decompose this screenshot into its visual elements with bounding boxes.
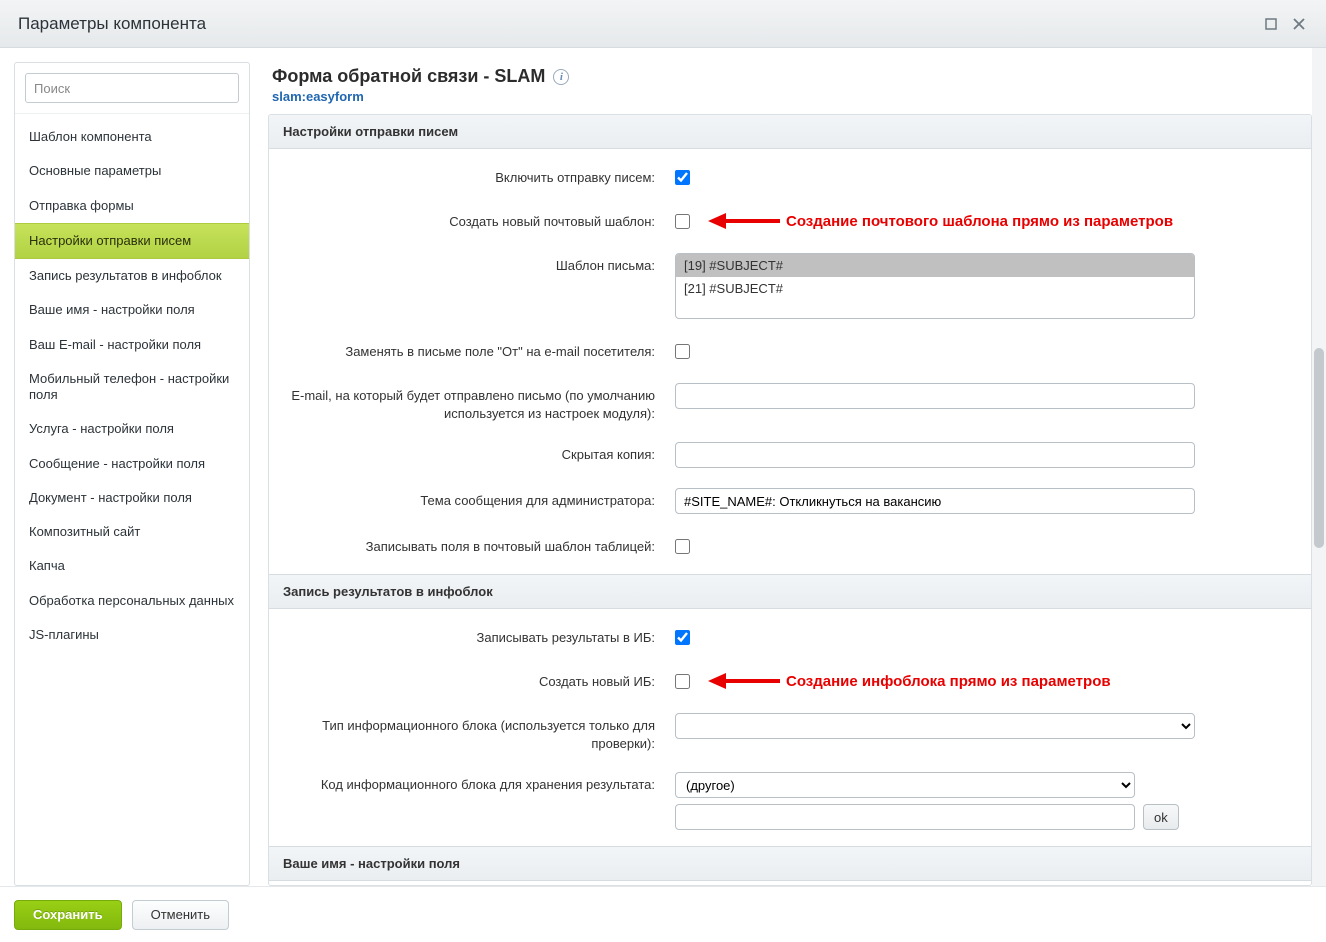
mail-template-option[interactable]: [21] #SUBJECT# [676,277,1194,300]
component-code: slam:easyform [272,89,1308,104]
sidebar-item[interactable]: Основные параметры [15,154,249,188]
enable-mail-label: Включить отправку писем: [283,165,655,187]
component-title: Форма обратной связи - SLAM [272,66,545,87]
sidebar-nav: Шаблон компонентаОсновные параметрыОтпра… [15,120,249,652]
outer-scrollbar[interactable] [1312,48,1326,886]
sidebar-item[interactable]: Капча [15,549,249,583]
sidebar-item[interactable]: Обработка персональных данных [15,584,249,618]
dialog-footer: Сохранить Отменить [0,886,1326,942]
replace-from-label: Заменять в письме поле "От" на e-mail по… [283,339,655,361]
main-panel: Форма обратной связи - SLAM i slam:easyf… [268,62,1312,886]
arrow-left-icon [708,672,780,690]
cancel-button[interactable]: Отменить [132,900,229,930]
ib-type-label: Тип информационного блока (используется … [283,713,655,752]
sidebar-item[interactable]: Отправка формы [15,189,249,223]
sidebar-item[interactable]: Услуга - настройки поля [15,412,249,446]
write-ib-label: Записывать результаты в ИБ: [283,625,655,647]
create-mail-tpl-label: Создать новый почтовый шаблон: [283,209,655,231]
info-icon[interactable]: i [553,69,569,85]
save-button[interactable]: Сохранить [14,900,122,930]
scrollbar-thumb[interactable] [1314,348,1324,548]
sidebar-item[interactable]: Сообщение - настройки поля [15,447,249,481]
dialog-body: Шаблон компонентаОсновные параметрыОтпра… [0,48,1326,886]
search-wrap [15,73,249,114]
bcc-input[interactable] [675,442,1195,468]
titlebar: Параметры компонента [0,0,1326,48]
search-input[interactable] [25,73,239,103]
window-controls [1262,15,1308,33]
ib-code-label: Код информационного блока для хранения р… [283,772,655,794]
create-ib-checkbox[interactable] [675,674,690,689]
settings-content[interactable]: Настройки отправки писем Включить отправ… [268,114,1312,886]
table-fields-label: Записывать поля в почтовый шаблон таблиц… [283,534,655,556]
sidebar-item[interactable]: Ваш E-mail - настройки поля [15,328,249,362]
subject-label: Тема сообщения для администратора: [283,488,655,510]
sidebar-item[interactable]: Запись результатов в инфоблок [15,259,249,293]
arrow-left-icon [708,212,780,230]
mail-tpl-annotation: Создание почтового шаблона прямо из пара… [708,212,1173,230]
ib-code-select[interactable]: (другое) [675,772,1135,798]
window-title: Параметры компонента [18,14,206,34]
sidebar-item[interactable]: Настройки отправки писем [15,223,249,259]
create-ib-label: Создать новый ИБ: [283,669,655,691]
ib-code-ok-button[interactable]: ok [1143,804,1179,830]
sidebar-item[interactable]: Композитный сайт [15,515,249,549]
ib-code-input[interactable] [675,804,1135,830]
enable-mail-checkbox[interactable] [675,170,690,185]
section-mail-header: Настройки отправки писем [269,115,1311,149]
write-ib-checkbox[interactable] [675,630,690,645]
sidebar-item[interactable]: Шаблон компонента [15,120,249,154]
mail-template-label: Шаблон письма: [283,253,655,275]
sidebar-item[interactable]: Ваше имя - настройки поля [15,293,249,327]
table-fields-checkbox[interactable] [675,539,690,554]
create-mail-tpl-checkbox[interactable] [675,214,690,229]
mail-template-listbox[interactable]: [19] #SUBJECT#[21] #SUBJECT# [675,253,1195,319]
sidebar: Шаблон компонентаОсновные параметрыОтпра… [14,62,250,886]
sidebar-item[interactable]: JS-плагины [15,618,249,652]
ib-annotation: Создание инфоблока прямо из параметров [708,672,1111,690]
email-to-label: E-mail, на который будет отправлено пись… [283,383,655,422]
email-to-input[interactable] [675,383,1195,409]
close-icon[interactable] [1290,15,1308,33]
sidebar-item[interactable]: Документ - настройки поля [15,481,249,515]
mail-template-option[interactable]: [19] #SUBJECT# [676,254,1194,277]
maximize-icon[interactable] [1262,15,1280,33]
ib-type-select[interactable] [675,713,1195,739]
component-header: Форма обратной связи - SLAM i slam:easyf… [268,62,1312,114]
section-name-field-header: Ваше имя - настройки поля [269,846,1311,881]
section-iblock-header: Запись результатов в инфоблок [269,574,1311,609]
dialog-window: Параметры компонента Шаблон компонентаОс… [0,0,1326,942]
sidebar-item[interactable]: Мобильный телефон - настройки поля [15,362,249,413]
subject-input[interactable] [675,488,1195,514]
bcc-label: Скрытая копия: [283,442,655,464]
replace-from-checkbox[interactable] [675,344,690,359]
